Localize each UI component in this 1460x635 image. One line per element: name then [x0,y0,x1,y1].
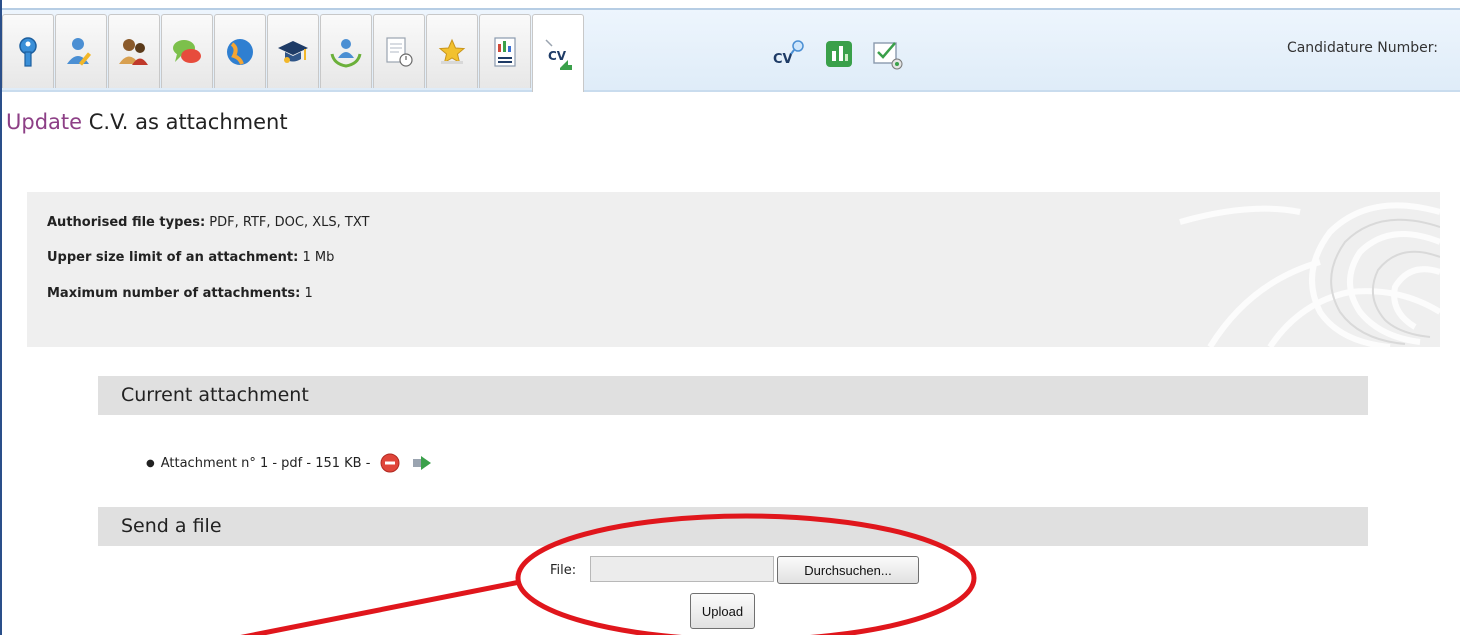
open-attachment-button[interactable] [410,451,434,475]
team-laurel-icon [330,38,362,68]
info-box: Authorised file types: PDF, RTF, DOC, XL… [27,192,1440,347]
tab-cv-upload[interactable]: CV [532,14,584,92]
upper-size-limit-value: 1 Mb [302,250,335,265]
watermark-graphic [1179,202,1440,347]
max-attachments-label: Maximum number of attachments: [47,286,301,301]
checklist-icon [873,42,903,70]
attachment-item: ● Attachment n° 1 - pdf - 151 KB - [146,451,434,475]
authorised-file-types: Authorised file types: PDF, RTF, DOC, XL… [47,215,369,230]
upload-button[interactable]: Upload [690,593,755,629]
green-chart-icon [826,41,852,67]
left-border [0,0,2,635]
tab-people[interactable] [108,14,160,88]
max-attachments: Maximum number of attachments: 1 [47,286,313,301]
document-clock-icon [386,36,413,67]
send-file-heading: Send a file [98,507,1368,546]
upper-size-limit-label: Upper size limit of an attachment: [47,250,299,265]
star-icon [438,38,466,64]
tab-speech-bubbles[interactable] [161,14,213,88]
people-icon [119,38,148,65]
toolbar: CV CV Candidature Number: [2,10,1460,92]
max-attachments-value: 1 [304,286,313,301]
tab-user-edit[interactable] [55,14,107,88]
delete-attachment-button[interactable] [378,451,402,475]
tab-key[interactable] [2,14,54,88]
cv-upload-label: CV [548,49,567,63]
tab-report[interactable] [479,14,531,88]
tab-graduation[interactable] [267,14,319,88]
page-title-rest: C.V. as attachment [88,110,288,134]
speech-bubbles-icon [173,39,201,63]
delete-icon [380,453,400,473]
user-edit-icon [67,37,92,66]
current-attachment-heading: Current attachment [98,376,1368,415]
candidature-number-label: Candidature Number: [1286,40,1438,56]
graduation-cap-icon [278,40,308,63]
globe-icon [227,38,253,65]
file-path-input[interactable] [590,556,774,582]
cv-search-tool[interactable]: CV [767,32,811,76]
cv-search-label: CV [773,52,793,67]
upper-size-limit: Upper size limit of an attachment: 1 Mb [47,250,334,265]
checklist-tool[interactable] [866,32,910,76]
page-title: Update C.V. as attachment [6,110,288,134]
tab-document-clock[interactable] [373,14,425,88]
green-chart-tool[interactable] [818,32,862,76]
tab-globe[interactable] [214,14,266,88]
page-title-accent: Update [6,110,83,134]
list-bullet: ● [146,457,155,469]
cv-search-icon: CV [773,40,804,67]
tab-star[interactable] [426,14,478,88]
attachment-item-text: Attachment n° 1 - pdf - 151 KB - [160,455,371,471]
cv-upload-icon: CV [545,38,572,70]
browse-button[interactable]: Durchsuchen... [777,556,919,584]
file-label: File: [550,563,577,578]
arrow-right-icon [413,456,432,470]
authorised-file-types-label: Authorised file types: [47,215,206,230]
tab-team[interactable] [320,14,372,88]
annotation-pointer-line [240,579,521,635]
tab-strip: CV [2,10,737,92]
authorised-file-types-value: PDF, RTF, DOC, XLS, TXT [209,215,370,230]
key-icon [19,36,37,67]
report-chart-icon [494,36,516,67]
